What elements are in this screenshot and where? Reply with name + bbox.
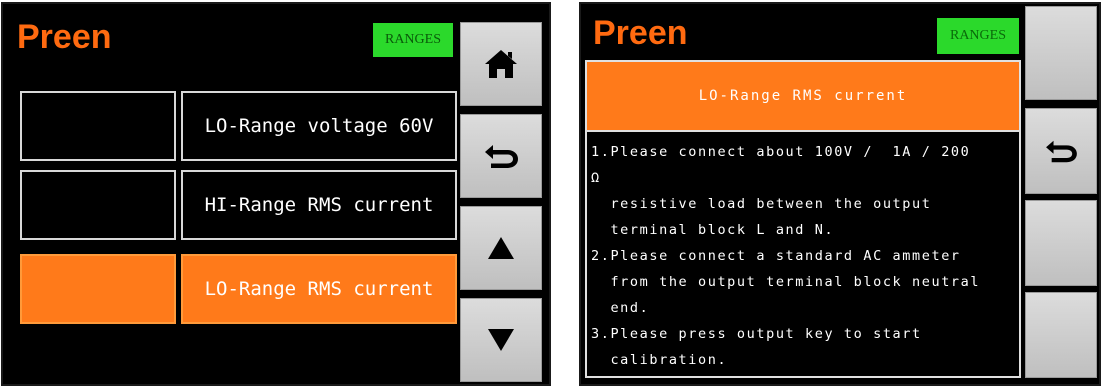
back-button[interactable] [460, 114, 542, 198]
instruction-line: from the output terminal block neutral [591, 274, 981, 290]
preen-logo: Preen [17, 20, 112, 54]
home-icon [461, 23, 541, 105]
back-arrow-icon [1026, 109, 1096, 193]
ranges-button[interactable]: RANGES [373, 23, 453, 57]
list-item-hi-range-rms-current[interactable]: HI-Range RMS current [181, 170, 457, 240]
instruction-panel: 1.Please connect about 100V / 1A / 200 Ω… [585, 130, 1021, 378]
home-button[interactable] [460, 22, 542, 106]
blank-side-button-2[interactable] [1025, 200, 1097, 286]
logo-text: Preen [17, 18, 112, 56]
list-item-lo-range-voltage[interactable]: LO-Range voltage 60V [181, 91, 457, 161]
left-screen: Preen RANGES LO-Range voltage 60V HI-Ran… [1, 2, 551, 386]
scroll-down-button[interactable] [460, 298, 542, 382]
instruction-line: 1.Please connect about 100V / 1A / 200 [591, 144, 971, 160]
back-button[interactable] [1025, 108, 1097, 194]
right-screen: Preen RANGES LO-Range RMS current 1.Plea… [579, 2, 1101, 386]
list-item-left-blank-2[interactable] [20, 170, 176, 240]
instruction-line: calibration. [591, 352, 728, 368]
page-title: LO-Range RMS current [585, 60, 1021, 132]
list-item-lo-range-rms-current[interactable]: LO-Range RMS current [181, 254, 457, 324]
instruction-line: 2.Please connect a standard AC ammeter [591, 248, 961, 264]
instruction-line: Ω [591, 170, 601, 186]
back-arrow-icon [461, 115, 541, 197]
blank-side-button-1[interactable] [1025, 6, 1097, 100]
instruction-line: end. [591, 300, 650, 316]
preen-logo: Preen [593, 16, 688, 50]
instruction-line: resistive load between the output [591, 196, 932, 212]
list-item-left-blank-1[interactable] [20, 91, 176, 161]
logo-text: Preen [593, 14, 688, 52]
scroll-up-button[interactable] [460, 206, 542, 290]
instruction-line: terminal block L and N. [591, 222, 835, 238]
up-triangle-icon [461, 207, 541, 289]
blank-side-button-3[interactable] [1025, 292, 1097, 378]
ranges-button[interactable]: RANGES [937, 18, 1019, 54]
list-item-left-selected[interactable] [20, 254, 176, 324]
instruction-line: 3.Please press output key to start [591, 326, 922, 342]
down-triangle-icon [461, 299, 541, 381]
